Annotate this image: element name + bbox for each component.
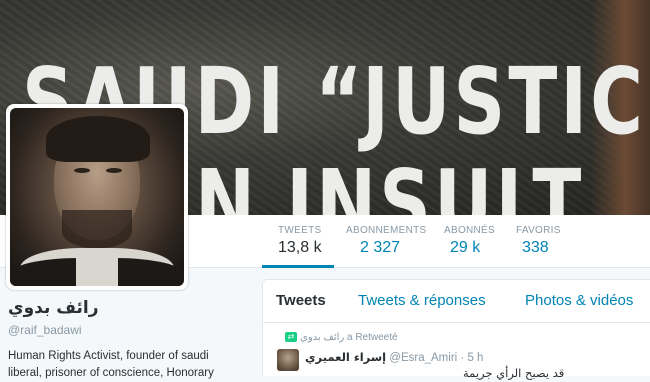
timeline: Tweets Tweets & réponses Photos & vidéos… xyxy=(262,279,650,380)
stat-value: 13,8 k xyxy=(278,239,322,256)
avatar-image xyxy=(10,108,184,286)
stat-favorites[interactable]: FAVORIS 338 xyxy=(516,225,561,257)
stat-value: 29 k xyxy=(450,239,481,256)
stat-label: FAVORIS xyxy=(516,225,561,236)
tab-photos-videos[interactable]: Photos & vidéos xyxy=(525,292,633,309)
tweet-time[interactable]: 5 h xyxy=(467,352,483,364)
stat-following[interactable]: ABONNEMENTS 2 327 xyxy=(346,225,427,257)
stat-followers[interactable]: ABONNÉS 29 k xyxy=(444,225,495,257)
stat-value: 2 327 xyxy=(360,239,401,256)
retweet-note-text: رائف بدوي a Retweeté xyxy=(300,332,398,343)
tweet-author-name[interactable]: إسراء العميري xyxy=(305,350,386,364)
tweet-text: قد يصبح الرأي جريمة xyxy=(463,366,565,380)
tab-tweets-replies[interactable]: Tweets & réponses xyxy=(358,292,486,309)
stat-label: ABONNEMENTS xyxy=(346,225,427,236)
profile-name: رائف بدوي xyxy=(8,298,99,318)
stat-tweets[interactable]: TWEETS 13,8 k xyxy=(278,225,322,257)
retweet-note: ⇄ رائف بدوي a Retweeté xyxy=(285,332,398,343)
bio-line: Human Rights Activist, founder of saudi xyxy=(8,350,209,362)
retweet-icon: ⇄ xyxy=(285,332,297,343)
tab-tweets[interactable]: Tweets xyxy=(276,292,326,309)
profile-handle[interactable]: @raif_badawi xyxy=(8,323,82,337)
tweet-header: إسراء العميري @Esra_Amiri · 5 h xyxy=(305,350,484,364)
tweet-author-handle[interactable]: @Esra_Amiri xyxy=(389,352,457,364)
tweet-author-avatar[interactable] xyxy=(277,349,299,371)
timeline-tabs: Tweets Tweets & réponses Photos & vidéos xyxy=(263,280,650,323)
active-stat-underline xyxy=(262,265,334,268)
bio-line: liberal, prisoner of conscience, Honorar… xyxy=(8,367,214,379)
profile-avatar[interactable] xyxy=(6,104,188,290)
banner-text-line2: N INSULT xyxy=(195,150,585,215)
stat-label: TWEETS xyxy=(278,225,322,236)
profile-bio: Human Rights Activist, founder of saudi … xyxy=(8,348,254,382)
stat-value: 338 xyxy=(522,239,549,256)
stat-label: ABONNÉS xyxy=(444,225,496,236)
